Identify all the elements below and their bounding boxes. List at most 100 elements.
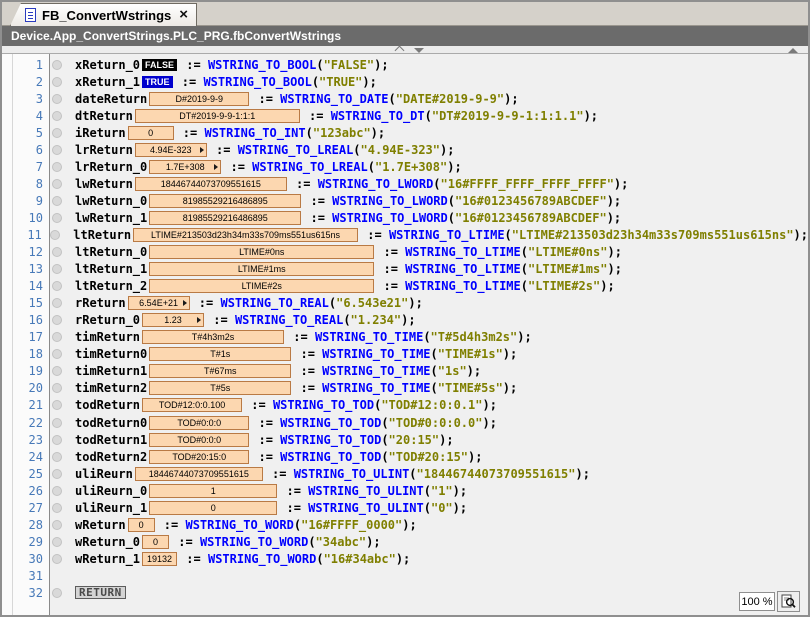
inline-value-box[interactable]: 18446744073709551615 — [135, 177, 287, 191]
inline-value-box[interactable]: 0 — [142, 535, 169, 549]
breakpoint-margin[interactable] — [48, 77, 65, 87]
breakpoint-margin[interactable] — [48, 264, 65, 274]
code-line[interactable]: 17 timReturnT#4h3m2s := WSTRING_TO_TIME(… — [2, 329, 808, 346]
statement-bullet[interactable] — [52, 486, 62, 496]
inline-value-box[interactable]: LTIME#0ns — [149, 245, 374, 259]
code-line[interactable]: 25 uliReurn18446744073709551615 := WSTRI… — [2, 465, 808, 482]
inline-value-box[interactable]: 1.7E+308 — [149, 160, 221, 174]
code-line[interactable]: 11 ltReturnLTIME#213503d23h34m33s709ms55… — [2, 226, 808, 243]
statement-bullet[interactable] — [52, 349, 62, 359]
code-line[interactable]: 20 timReturn2T#5s := WSTRING_TO_TIME("TI… — [2, 380, 808, 397]
breakpoint-margin[interactable] — [48, 111, 65, 121]
breakpoint-margin[interactable] — [48, 145, 65, 155]
split-handle-icon[interactable] — [788, 48, 798, 53]
statement-bullet[interactable] — [52, 111, 62, 121]
editor-splitter-bar[interactable] — [2, 46, 808, 54]
breakpoint-margin[interactable] — [48, 469, 65, 479]
expand-down-icon[interactable] — [414, 48, 424, 53]
statement-bullet[interactable] — [52, 418, 62, 428]
code-line[interactable]: 24 todReturn2TOD#20:15:0 := WSTRING_TO_T… — [2, 448, 808, 465]
inline-value-box[interactable]: 6.54E+21 — [128, 296, 190, 310]
breakpoint-margin[interactable] — [48, 162, 65, 172]
expand-value-icon[interactable] — [214, 164, 218, 170]
breakpoint-margin[interactable] — [48, 383, 65, 393]
code-line[interactable]: 28 wReturn0 := WSTRING_TO_WORD("16#FFFF_… — [2, 516, 808, 533]
inline-value-box[interactable]: LTIME#2s — [149, 279, 374, 293]
breakpoint-margin[interactable] — [48, 503, 65, 513]
breakpoint-margin[interactable] — [48, 571, 65, 581]
statement-bullet[interactable] — [52, 281, 62, 291]
statement-bullet[interactable] — [52, 77, 62, 87]
breakpoint-margin[interactable] — [48, 520, 65, 530]
inline-value-box[interactable]: TOD#20:15:0 — [149, 450, 249, 464]
code-line[interactable]: 8 lwReturn18446744073709551615 := WSTRIN… — [2, 175, 808, 192]
code-line[interactable]: 23 todReturn1TOD#0:0:0 := WSTRING_TO_TOD… — [2, 431, 808, 448]
breakpoint-margin[interactable] — [48, 247, 65, 257]
statement-bullet[interactable] — [52, 213, 62, 223]
inline-value-box[interactable]: 81985529216486895 — [149, 194, 301, 208]
breakpoint-margin[interactable] — [47, 230, 63, 240]
statement-bullet[interactable] — [52, 383, 62, 393]
inline-value-box[interactable]: LTIME#1ms — [149, 262, 374, 276]
breakpoint-margin[interactable] — [48, 196, 65, 206]
breakpoint-margin[interactable] — [48, 554, 65, 564]
breakpoint-margin[interactable] — [48, 298, 65, 308]
code-line[interactable]: 26 uliReurn_01 := WSTRING_TO_ULINT("1"); — [2, 482, 808, 499]
inline-value-box[interactable]: 1.23 — [142, 313, 204, 327]
code-line[interactable]: 3 dateReturnD#2019-9-9 := WSTRING_TO_DAT… — [2, 90, 808, 107]
statement-bullet[interactable] — [52, 128, 62, 138]
breakpoint-margin[interactable] — [48, 537, 65, 547]
breakpoint-margin[interactable] — [48, 486, 65, 496]
breakpoint-margin[interactable] — [48, 128, 65, 138]
breakpoint-margin[interactable] — [48, 418, 65, 428]
code-line[interactable]: 1 xReturn_0FALSE := WSTRING_TO_BOOL("FAL… — [2, 56, 808, 73]
code-line[interactable]: 12 ltReturn_0LTIME#0ns := WSTRING_TO_LTI… — [2, 244, 808, 261]
code-line[interactable]: 30 wReturn_119132 := WSTRING_TO_WORD("16… — [2, 550, 808, 567]
statement-bullet[interactable] — [52, 503, 62, 513]
inline-value-box[interactable]: 1 — [149, 484, 277, 498]
statement-bullet[interactable] — [52, 435, 62, 445]
statement-bullet[interactable] — [52, 60, 62, 70]
code-line[interactable]: 9 lwReturn_081985529216486895 := WSTRING… — [2, 192, 808, 209]
inline-value-box[interactable]: 4.94E-323 — [135, 143, 207, 157]
inline-value-box[interactable]: T#67ms — [149, 364, 291, 378]
statement-bullet[interactable] — [52, 366, 62, 376]
code-line[interactable]: 15 rReturn6.54E+21 := WSTRING_TO_REAL("6… — [2, 295, 808, 312]
statement-bullet[interactable] — [52, 520, 62, 530]
breakpoint-margin[interactable] — [48, 435, 65, 445]
breakpoint-margin[interactable] — [48, 366, 65, 376]
inline-value-box[interactable]: 0 — [128, 518, 155, 532]
statement-bullet[interactable] — [52, 315, 62, 325]
breakpoint-margin[interactable] — [48, 281, 65, 291]
statement-bullet[interactable] — [52, 469, 62, 479]
code-line[interactable]: 14 ltReturn_2LTIME#2s := WSTRING_TO_LTIM… — [2, 278, 808, 295]
code-line[interactable]: 32 RETURN — [2, 584, 808, 601]
code-line[interactable]: 6 lrReturn4.94E-323 := WSTRING_TO_LREAL(… — [2, 141, 808, 158]
expand-value-icon[interactable] — [183, 300, 187, 306]
inline-value-box[interactable]: 19132 — [142, 552, 177, 566]
code-line[interactable]: 18 timReturn0T#1s := WSTRING_TO_TIME("TI… — [2, 346, 808, 363]
inline-value-box[interactable]: 18446744073709551615 — [135, 467, 263, 481]
code-line[interactable]: 31 — [2, 567, 808, 584]
inline-value-box[interactable]: FALSE — [142, 59, 177, 71]
statement-bullet[interactable] — [52, 196, 62, 206]
statement-bullet[interactable] — [52, 145, 62, 155]
code-line[interactable]: 16 rReturn_01.23 := WSTRING_TO_REAL("1.2… — [2, 312, 808, 329]
code-line[interactable]: 22 todReturn0TOD#0:0:0 := WSTRING_TO_TOD… — [2, 414, 808, 431]
statement-bullet[interactable] — [52, 588, 62, 598]
breakpoint-margin[interactable] — [48, 400, 65, 410]
breakpoint-margin[interactable] — [48, 332, 65, 342]
breakpoint-margin[interactable] — [48, 60, 65, 70]
breakpoint-margin[interactable] — [48, 179, 65, 189]
zoom-button[interactable] — [777, 591, 800, 612]
zoom-level-indicator[interactable]: 100 % — [739, 592, 775, 611]
statement-bullet[interactable] — [52, 298, 62, 308]
statement-bullet[interactable] — [52, 554, 62, 564]
inline-value-box[interactable]: LTIME#213503d23h34m33s709ms551us615ns — [133, 228, 358, 242]
inline-value-box[interactable]: TRUE — [142, 76, 173, 88]
code-line[interactable]: 19 timReturn1T#67ms := WSTRING_TO_TIME("… — [2, 363, 808, 380]
statement-bullet[interactable] — [52, 332, 62, 342]
inline-value-box[interactable]: 0 — [128, 126, 174, 140]
statement-bullet[interactable] — [52, 452, 62, 462]
statement-bullet[interactable] — [52, 537, 62, 547]
